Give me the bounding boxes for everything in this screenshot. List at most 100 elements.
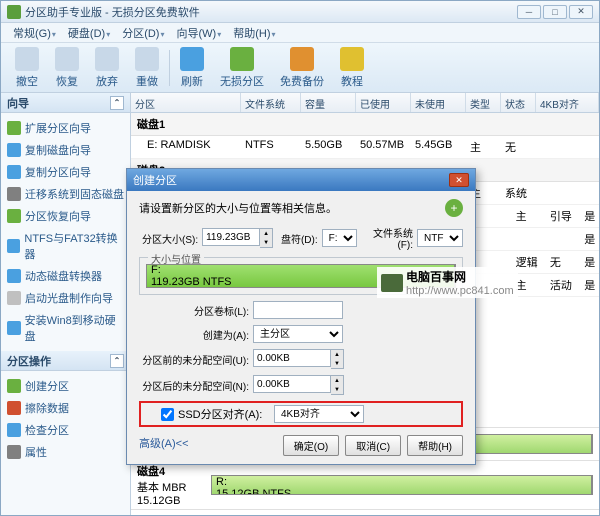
apply-button[interactable]: 重做: [127, 45, 167, 91]
ssd-select[interactable]: 4KB对齐: [274, 405, 364, 423]
disk-map-4[interactable]: 磁盘4 基本 MBR 15.12GB R: 15.12GB NTFS: [131, 460, 599, 509]
wiz-copydisk[interactable]: 复制磁盘向导: [3, 139, 128, 161]
drive-select[interactable]: F:: [322, 229, 357, 247]
ops-panel-head: 分区操作 ⌃: [1, 351, 130, 371]
col-align[interactable]: 4KB对齐: [536, 93, 599, 112]
before-label: 分区前的未分配空间(U):: [139, 352, 249, 367]
redo-button[interactable]: 恢复: [47, 45, 87, 91]
help-button[interactable]: 帮助(H): [407, 435, 463, 456]
spin-up-icon[interactable]: ▲: [260, 229, 272, 238]
legend-unalloc: 未分配空间: [262, 514, 330, 515]
collapse-icon[interactable]: ⌃: [110, 354, 124, 368]
size-position-fieldset: 大小与位置 F: 119.23GB NTFS 电脑百事网 http://www.…: [139, 257, 463, 295]
toolbar-sep: [169, 50, 170, 86]
menu-general[interactable]: 常规(G)▾: [7, 25, 62, 41]
vollabel-input[interactable]: [253, 301, 343, 319]
dialog-close-button[interactable]: ✕: [449, 173, 469, 187]
advanced-link[interactable]: 高级(A)<<: [139, 435, 189, 456]
dialog-body: 请设置新分区的大小与位置等相关信息。 + 分区大小(S): ▲▼ 盘符(D): …: [127, 191, 475, 464]
legend-primary: 主分区: [139, 514, 185, 515]
dialog-title: 创建分区: [133, 172, 177, 188]
wiz-convert[interactable]: NTFS与FAT32转换器: [3, 227, 128, 265]
fs-label: 文件系统(F):: [361, 225, 413, 251]
watermark-icon: [381, 274, 403, 292]
minimize-button[interactable]: ─: [517, 5, 541, 19]
ok-button[interactable]: 确定(O): [283, 435, 339, 456]
titlebar: 分区助手专业版 - 无损分区免费软件 ─ □ ✕: [1, 1, 599, 23]
fs-select[interactable]: NTFS: [417, 229, 463, 247]
undo-button[interactable]: 撤空: [7, 45, 47, 91]
op-wipe[interactable]: 擦除数据: [3, 397, 128, 419]
plus-icon: +: [445, 199, 463, 217]
op-props[interactable]: 属性: [3, 441, 128, 463]
legend: 主分区 逻辑分区 未分配空间: [131, 509, 599, 515]
col-cap[interactable]: 容量: [301, 93, 356, 112]
wizard-panel-head: 向导 ⌃: [1, 93, 130, 113]
collapse-icon[interactable]: ⌃: [110, 96, 124, 110]
disk-bar[interactable]: R: 15.12GB NTFS: [211, 475, 593, 495]
disk-label: 磁盘4 基本 MBR 15.12GB: [137, 463, 207, 507]
col-free[interactable]: 未使用: [411, 93, 466, 112]
sidebar: 向导 ⌃ 扩展分区向导 复制磁盘向导 复制分区向导 迁移系统到固态磁盘 分区恢复…: [1, 93, 131, 515]
table-row[interactable]: E: RAMDISK NTFS 5.50GB 50.57MB 5.45GB 主 …: [131, 136, 599, 159]
window-buttons: ─ □ ✕: [517, 5, 593, 19]
backup-button[interactable]: 免费备份: [272, 45, 332, 91]
tutorial-button[interactable]: 教程: [332, 45, 372, 91]
partition-bar[interactable]: F: 119.23GB NTFS 电脑百事网 http://www.pc841.…: [146, 264, 456, 288]
col-used[interactable]: 已使用: [356, 93, 411, 112]
after-label: 分区后的未分配空间(N):: [139, 378, 249, 393]
menu-partition[interactable]: 分区(D)▾: [116, 25, 170, 41]
disk-row[interactable]: 磁盘1: [131, 113, 599, 136]
maximize-button[interactable]: □: [543, 5, 567, 19]
wiz-bootdisk[interactable]: 启动光盘制作向导: [3, 287, 128, 309]
ops-list: 创建分区 擦除数据 检查分区 属性: [1, 371, 130, 467]
op-create[interactable]: 创建分区: [3, 375, 128, 397]
wizard-list: 扩展分区向导 复制磁盘向导 复制分区向导 迁移系统到固态磁盘 分区恢复向导 NT…: [1, 113, 130, 351]
app-title: 分区助手专业版 - 无损分区免费软件: [25, 4, 517, 20]
discard-button[interactable]: 放弃: [87, 45, 127, 91]
refresh-button[interactable]: 刷新: [172, 45, 212, 91]
menu-wizard[interactable]: 向导(W)▾: [171, 25, 228, 41]
wiz-migrate[interactable]: 迁移系统到固态磁盘: [3, 183, 128, 205]
vollabel-label: 分区卷标(L):: [139, 303, 249, 318]
create-partition-dialog: 创建分区 ✕ 请设置新分区的大小与位置等相关信息。 + 分区大小(S): ▲▼ …: [126, 168, 476, 465]
dialog-info: 请设置新分区的大小与位置等相关信息。 +: [139, 199, 463, 217]
createas-label: 创建为(A):: [139, 327, 249, 342]
wiz-recover[interactable]: 分区恢复向导: [3, 205, 128, 227]
close-button[interactable]: ✕: [569, 5, 593, 19]
col-fs[interactable]: 文件系统: [241, 93, 301, 112]
col-type[interactable]: 类型: [466, 93, 501, 112]
col-partition[interactable]: 分区: [131, 93, 241, 112]
size-input[interactable]: ▲▼: [202, 228, 273, 248]
menubar: 常规(G)▾ 硬盘(D)▾ 分区(D)▾ 向导(W)▾ 帮助(H)▾: [1, 23, 599, 43]
dialog-titlebar: 创建分区 ✕: [127, 169, 475, 191]
watermark: 电脑百事网 http://www.pc841.com: [377, 267, 518, 298]
before-input[interactable]: ▲▼: [253, 349, 344, 369]
spin-down-icon[interactable]: ▼: [260, 238, 272, 247]
ssd-checkbox[interactable]: [161, 408, 174, 421]
lossless-button[interactable]: 无损分区: [212, 45, 272, 91]
wiz-copypart[interactable]: 复制分区向导: [3, 161, 128, 183]
after-input[interactable]: ▲▼: [253, 375, 344, 395]
wiz-extend[interactable]: 扩展分区向导: [3, 117, 128, 139]
menu-help[interactable]: 帮助(H)▾: [227, 25, 281, 41]
spin-up-icon[interactable]: ▲: [331, 376, 343, 385]
col-status[interactable]: 状态: [501, 93, 536, 112]
dialog-buttons: 高级(A)<< 确定(O) 取消(C) 帮助(H): [139, 435, 463, 456]
spin-down-icon[interactable]: ▼: [331, 359, 343, 368]
legend-logical: 逻辑分区: [195, 514, 252, 515]
grid-header: 分区 文件系统 容量 已使用 未使用 类型 状态 4KB对齐: [131, 93, 599, 113]
toolbar: 撤空 恢复 放弃 重做 刷新 无损分区 免费备份 教程: [1, 43, 599, 93]
ssd-label: SSD分区对齐(A):: [178, 406, 270, 422]
op-check[interactable]: 检查分区: [3, 419, 128, 441]
wiz-win8[interactable]: 安装Win8到移动硬盘: [3, 309, 128, 347]
wiz-dynamic[interactable]: 动态磁盘转换器: [3, 265, 128, 287]
menu-disk[interactable]: 硬盘(D)▾: [62, 25, 116, 41]
createas-select[interactable]: 主分区: [253, 325, 343, 343]
app-icon: [7, 5, 21, 19]
spin-down-icon[interactable]: ▼: [331, 385, 343, 394]
size-label: 分区大小(S):: [139, 231, 198, 246]
ssd-highlight: SSD分区对齐(A): 4KB对齐: [139, 401, 463, 427]
spin-up-icon[interactable]: ▲: [331, 350, 343, 359]
cancel-button[interactable]: 取消(C): [345, 435, 401, 456]
